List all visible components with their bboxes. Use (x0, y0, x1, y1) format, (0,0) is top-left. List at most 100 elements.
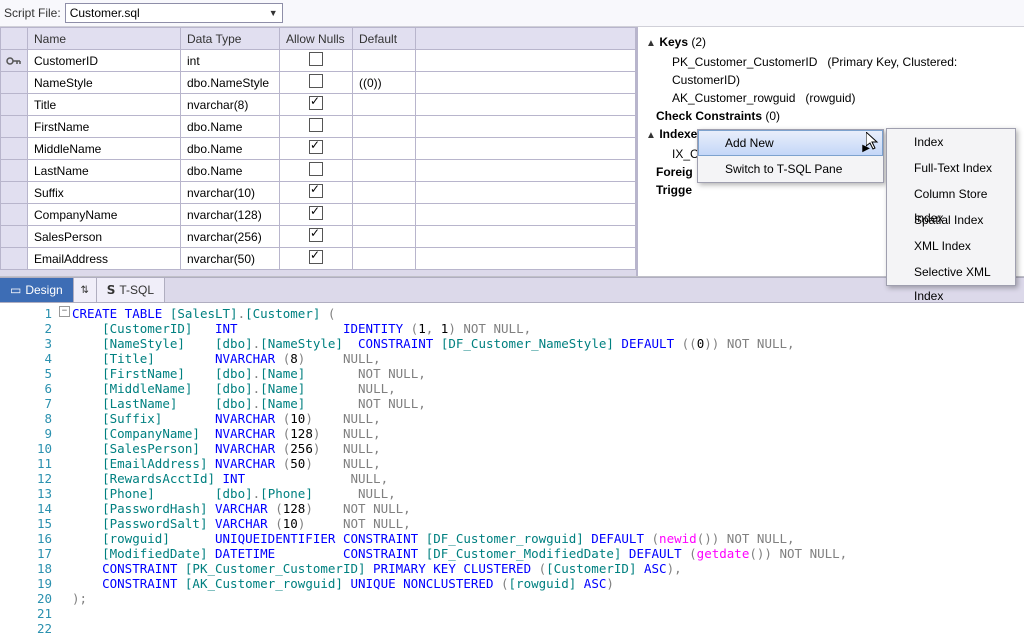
tab-updown-button[interactable]: ⇅ (74, 278, 97, 302)
key-item-pk[interactable]: PK_Customer_CustomerID (Primary Key, Clu… (646, 53, 1016, 89)
sql-pane[interactable]: 12345678910111213141516171819202122 − CR… (0, 303, 1024, 635)
tab-design[interactable]: ▭ Design (0, 278, 74, 302)
cell-name[interactable]: EmailAddress (28, 248, 181, 270)
table-row[interactable]: SalesPersonnvarchar(256) (1, 226, 636, 248)
row-gutter[interactable] (1, 204, 28, 226)
cell-name[interactable]: MiddleName (28, 138, 181, 160)
table-row[interactable]: Suffixnvarchar(10) (1, 182, 636, 204)
cell-default[interactable] (353, 94, 416, 116)
cell-default[interactable] (353, 50, 416, 72)
table-row[interactable]: MiddleNamedbo.Name (1, 138, 636, 160)
collapse-toggle[interactable]: − (59, 306, 70, 317)
cell-name[interactable]: LastName (28, 160, 181, 182)
table-row[interactable]: CustomerIDint (1, 50, 636, 72)
ctx-switch-tsql[interactable]: Switch to T-SQL Pane (698, 156, 883, 182)
ctx-sub-item[interactable]: Spatial Index (887, 207, 1015, 233)
cell-blank[interactable] (416, 138, 636, 160)
col-header-name[interactable]: Name (28, 28, 181, 50)
row-gutter[interactable] (1, 50, 28, 72)
checkbox[interactable] (309, 184, 323, 198)
keys-node[interactable]: ▲ Keys (2) (646, 33, 1016, 53)
cell-allow-nulls[interactable] (280, 94, 353, 116)
cell-blank[interactable] (416, 94, 636, 116)
cell-blank[interactable] (416, 160, 636, 182)
cell-type[interactable]: dbo.Name (181, 138, 280, 160)
cell-allow-nulls[interactable] (280, 116, 353, 138)
cell-name[interactable]: Title (28, 94, 181, 116)
row-gutter[interactable] (1, 248, 28, 270)
cell-name[interactable]: SalesPerson (28, 226, 181, 248)
cell-default[interactable] (353, 182, 416, 204)
cell-blank[interactable] (416, 248, 636, 270)
row-gutter[interactable] (1, 226, 28, 248)
cell-default[interactable]: ((0)) (353, 72, 416, 94)
cell-default[interactable] (353, 248, 416, 270)
cell-allow-nulls[interactable] (280, 226, 353, 248)
cell-allow-nulls[interactable] (280, 182, 353, 204)
row-gutter[interactable] (1, 138, 28, 160)
cell-name[interactable]: NameStyle (28, 72, 181, 94)
row-gutter[interactable] (1, 182, 28, 204)
row-gutter[interactable] (1, 72, 28, 94)
cell-blank[interactable] (416, 116, 636, 138)
check-constraints-node[interactable]: Check Constraints (0) (646, 107, 1016, 125)
cell-blank[interactable] (416, 204, 636, 226)
cell-default[interactable] (353, 116, 416, 138)
checkbox[interactable] (309, 250, 323, 264)
cell-type[interactable]: nvarchar(50) (181, 248, 280, 270)
col-header-default[interactable]: Default (353, 28, 416, 50)
cell-blank[interactable] (416, 72, 636, 94)
cell-type[interactable]: nvarchar(128) (181, 204, 280, 226)
cell-name[interactable]: CompanyName (28, 204, 181, 226)
cell-allow-nulls[interactable] (280, 248, 353, 270)
cell-type[interactable]: dbo.NameStyle (181, 72, 280, 94)
cell-allow-nulls[interactable] (280, 160, 353, 182)
columns-grid[interactable]: Name Data Type Allow Nulls Default Custo… (0, 27, 637, 276)
ctx-sub-item[interactable]: Column Store Index (887, 181, 1015, 207)
cell-default[interactable] (353, 204, 416, 226)
checkbox[interactable] (309, 52, 323, 66)
table-row[interactable]: FirstNamedbo.Name (1, 116, 636, 138)
col-header-nulls[interactable]: Allow Nulls (280, 28, 353, 50)
cell-name[interactable]: Suffix (28, 182, 181, 204)
cell-type[interactable]: nvarchar(10) (181, 182, 280, 204)
cell-type[interactable]: dbo.Name (181, 116, 280, 138)
table-row[interactable]: Titlenvarchar(8) (1, 94, 636, 116)
col-header-type[interactable]: Data Type (181, 28, 280, 50)
script-file-combo[interactable]: Customer.sql ▼ (65, 3, 283, 23)
cell-blank[interactable] (416, 50, 636, 72)
cell-blank[interactable] (416, 226, 636, 248)
checkbox[interactable] (309, 228, 323, 242)
cell-default[interactable] (353, 226, 416, 248)
row-gutter[interactable] (1, 160, 28, 182)
cell-name[interactable]: FirstName (28, 116, 181, 138)
checkbox[interactable] (309, 162, 323, 176)
cell-blank[interactable] (416, 182, 636, 204)
cell-allow-nulls[interactable] (280, 204, 353, 226)
cell-type[interactable]: nvarchar(8) (181, 94, 280, 116)
ctx-sub-item[interactable]: Index (887, 129, 1015, 155)
tab-tsql[interactable]: 𝗦 T-SQL (97, 278, 165, 302)
cell-type[interactable]: dbo.Name (181, 160, 280, 182)
table-row[interactable]: LastNamedbo.Name (1, 160, 636, 182)
cell-default[interactable] (353, 138, 416, 160)
table-row[interactable]: EmailAddressnvarchar(50) (1, 248, 636, 270)
row-gutter[interactable] (1, 94, 28, 116)
row-gutter[interactable] (1, 116, 28, 138)
table-row[interactable]: NameStyledbo.NameStyle ((0)) (1, 72, 636, 94)
key-item-ak[interactable]: AK_Customer_rowguid (rowguid) (646, 89, 1016, 107)
ctx-add-new[interactable]: Add New ▶ (698, 130, 883, 156)
cell-allow-nulls[interactable] (280, 72, 353, 94)
cell-type[interactable]: int (181, 50, 280, 72)
cell-type[interactable]: nvarchar(256) (181, 226, 280, 248)
ctx-sub-item[interactable]: Full-Text Index (887, 155, 1015, 181)
table-row[interactable]: CompanyNamenvarchar(128) (1, 204, 636, 226)
checkbox[interactable] (309, 96, 323, 110)
sql-code[interactable]: CREATE TABLE [SalesLT].[Customer] ( [Cus… (72, 303, 1024, 635)
ctx-sub-item[interactable]: XML Index (887, 233, 1015, 259)
checkbox[interactable] (309, 206, 323, 220)
checkbox[interactable] (309, 74, 323, 88)
checkbox[interactable] (309, 118, 323, 132)
cell-name[interactable]: CustomerID (28, 50, 181, 72)
ctx-sub-item[interactable]: Selective XML Index (887, 259, 1015, 285)
